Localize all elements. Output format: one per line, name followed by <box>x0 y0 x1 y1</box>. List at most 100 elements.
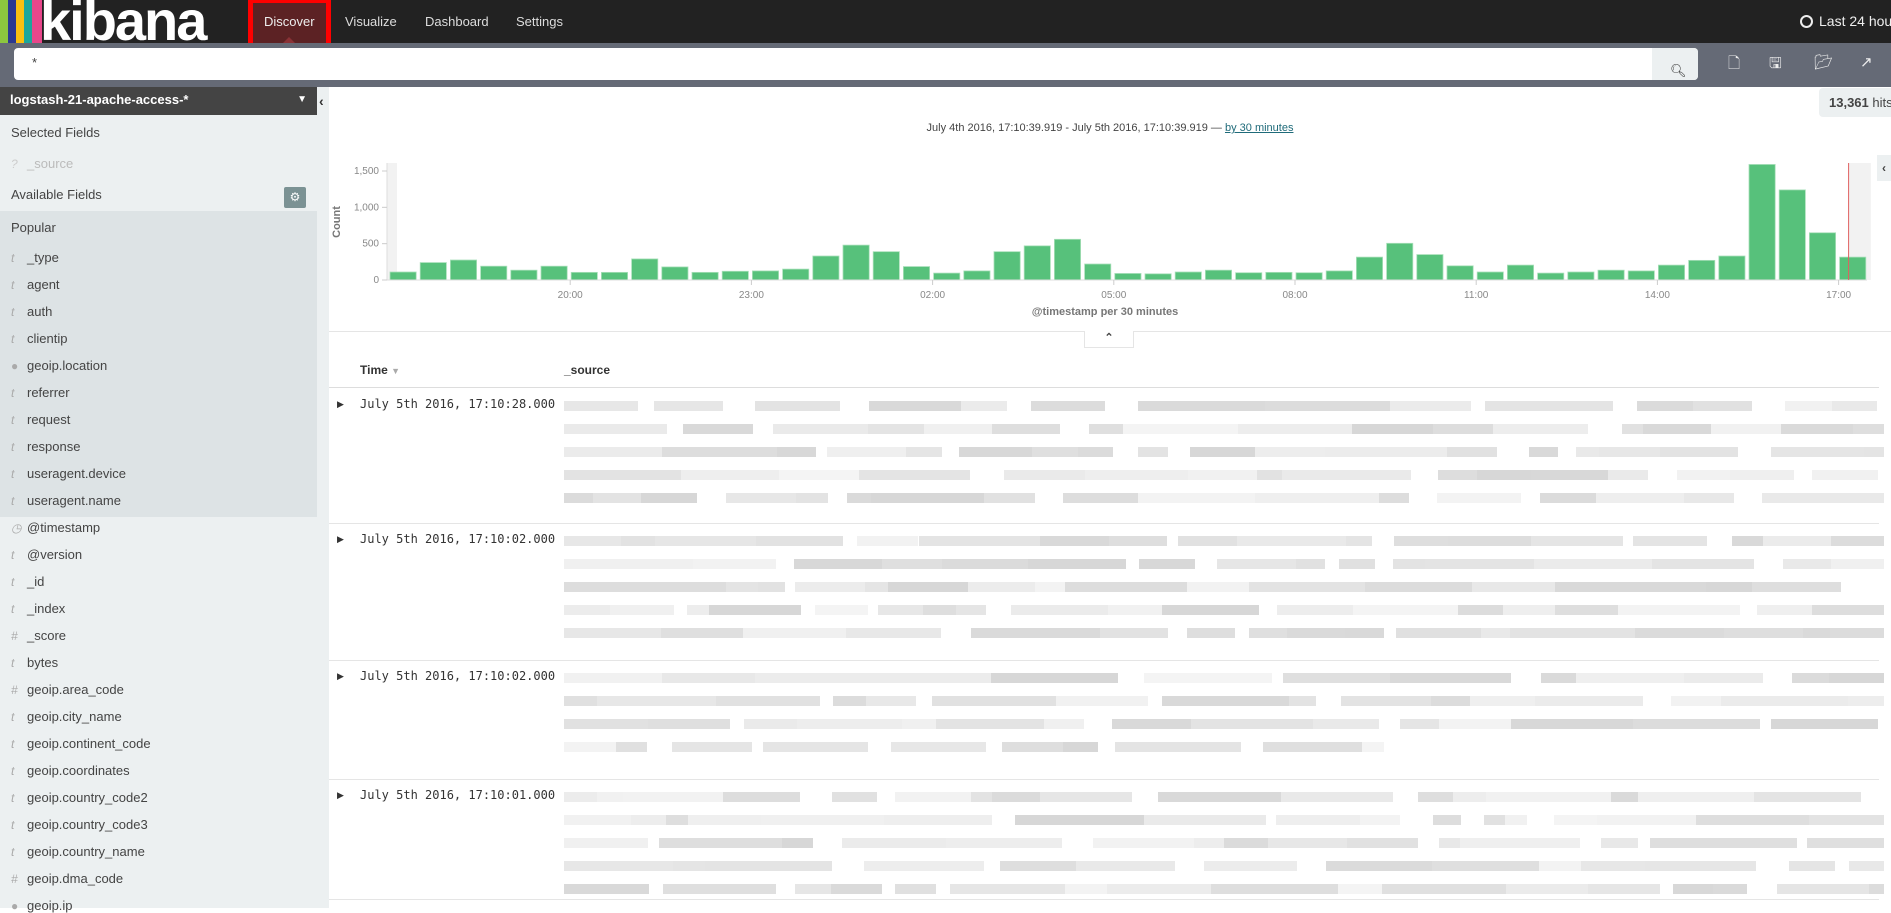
y-tick-label: 1,500 <box>354 166 379 177</box>
field-item[interactable]: t request <box>11 412 70 427</box>
collapse-sidebar-button[interactable]: ‹ <box>319 93 324 109</box>
time-range-summary: July 4th 2016, 17:10:39.919 - July 5th 2… <box>926 122 1294 134</box>
string-type-icon: t <box>11 737 15 751</box>
chevron-up-icon: ⌃ <box>1104 332 1114 344</box>
x-tick-label: 17:00 <box>1826 290 1851 301</box>
expand-row-icon[interactable]: ▶ <box>337 671 344 682</box>
new-search-icon[interactable]: 🗋 <box>1728 53 1740 78</box>
field-item[interactable]: t _index <box>11 601 65 616</box>
string-type-icon: t <box>11 332 15 346</box>
nav-visualize[interactable]: Visualize <box>331 0 411 43</box>
blurred-source-line <box>564 786 1884 809</box>
histogram-bar <box>510 269 538 281</box>
table-row[interactable]: ▶ July 5th 2016, 17:10:28.000 <box>329 389 1884 524</box>
field-item[interactable]: t auth <box>11 304 52 319</box>
interval-link[interactable]: by 30 minutes <box>1225 122 1293 134</box>
y-tick-label: 500 <box>362 239 379 250</box>
nav-settings[interactable]: Settings <box>502 0 577 43</box>
string-type-icon: t <box>11 656 15 670</box>
field-item[interactable]: # geoip.dma_code <box>11 871 123 886</box>
field-item[interactable]: t useragent.device <box>11 466 126 481</box>
search-input[interactable]: * 🔍︎ <box>14 48 1698 80</box>
blurred-source-line <box>564 878 1884 901</box>
expand-row-icon[interactable]: ▶ <box>337 790 344 801</box>
blurred-source-line <box>564 576 1884 599</box>
histogram-bar <box>1174 271 1202 281</box>
collapse-chart-button[interactable]: ⌃ <box>1084 331 1134 348</box>
histogram-bar <box>1295 272 1323 281</box>
table-row[interactable]: ▶ July 5th 2016, 17:10:02.000 <box>329 524 1884 661</box>
field-item[interactable]: t geoip.city_name <box>11 709 122 724</box>
field-item[interactable]: ◷ @timestamp <box>11 520 100 535</box>
histogram-bar <box>1356 256 1384 281</box>
field-item[interactable]: # _score <box>11 628 66 643</box>
histogram-bar <box>1205 269 1233 281</box>
expand-row-icon[interactable]: ▶ <box>337 399 344 410</box>
expand-row-icon[interactable]: ▶ <box>337 534 344 545</box>
blurred-source-line <box>564 832 1884 855</box>
field-item[interactable]: # geoip.area_code <box>11 682 124 697</box>
field-item[interactable]: t response <box>11 439 80 454</box>
histogram-bar <box>872 251 900 281</box>
query-text: * <box>32 55 38 70</box>
field-item[interactable]: t _id <box>11 574 44 589</box>
share-icon[interactable]: ↗ <box>1860 53 1873 71</box>
blurred-source-line <box>564 667 1884 690</box>
row-time: July 5th 2016, 17:10:01.000 <box>360 788 556 802</box>
field-source[interactable]: ? _source <box>11 156 73 171</box>
sort-icon[interactable]: ▼ <box>391 366 400 376</box>
field-item[interactable]: t geoip.coordinates <box>11 763 130 778</box>
string-type-icon: t <box>11 791 15 805</box>
histogram-bar <box>1507 264 1535 281</box>
save-icon[interactable]: 🖫 <box>1769 53 1782 78</box>
field-item[interactable]: t geoip.country_code3 <box>11 817 148 832</box>
histogram-bar <box>1416 254 1444 281</box>
blurred-source-line <box>564 553 1884 576</box>
histogram-bar <box>933 272 961 281</box>
field-item[interactable]: t bytes <box>11 655 58 670</box>
field-item[interactable]: ● geoip.location <box>11 358 107 373</box>
hit-count: 13,361 hits <box>1819 88 1891 117</box>
table-row[interactable]: ▶ July 5th 2016, 17:10:02.000 <box>329 661 1884 780</box>
histogram-bar <box>993 251 1021 281</box>
histogram-chart[interactable]: 0 500 1,000 1,500 20:00 23:00 02:00 05:00 08:00 1… <box>329 157 1891 317</box>
field-item[interactable]: t agent <box>11 277 60 292</box>
histogram-bar <box>389 271 417 281</box>
histogram-bar <box>1567 271 1595 281</box>
histogram-bar <box>1325 270 1353 281</box>
column-header-source: _source <box>564 363 611 377</box>
histogram-bar <box>1809 232 1837 281</box>
field-item[interactable]: t geoip.continent_code <box>11 736 151 751</box>
histogram-bar <box>1537 272 1565 281</box>
field-item[interactable]: t useragent.name <box>11 493 121 508</box>
field-item[interactable]: t geoip.country_code2 <box>11 790 148 805</box>
field-settings-button[interactable]: ⚙ <box>284 187 306 208</box>
field-item[interactable]: t clientip <box>11 331 67 346</box>
number-type-icon: # <box>11 683 18 697</box>
field-item[interactable]: t _type <box>11 250 59 265</box>
row-time: July 5th 2016, 17:10:02.000 <box>360 669 556 683</box>
open-icon[interactable]: 📂︎ <box>1814 53 1833 71</box>
index-pattern-select[interactable]: logstash-21-apache-access-* ▼ <box>0 87 317 115</box>
histogram-bar <box>1114 273 1142 281</box>
histogram-bar <box>1748 164 1776 281</box>
kibana-logo[interactable]: kibana <box>0 0 236 43</box>
field-item[interactable]: t geoip.country_name <box>11 844 145 859</box>
time-picker[interactable]: Last 24 hours <box>1800 13 1891 29</box>
clock-icon: ◷ <box>11 521 22 535</box>
field-item[interactable]: t referrer <box>11 385 70 400</box>
histogram-bar <box>691 271 719 281</box>
string-type-icon: t <box>11 575 15 589</box>
field-item[interactable]: ● geoip.ip <box>11 898 73 913</box>
nav-dashboard[interactable]: Dashboard <box>411 0 503 43</box>
row-source <box>564 786 1884 901</box>
string-type-icon: t <box>11 467 15 481</box>
field-item[interactable]: t @version <box>11 547 82 562</box>
search-button[interactable]: 🔍︎ <box>1652 48 1698 80</box>
column-header-time[interactable]: Time ▼ <box>360 363 400 377</box>
string-type-icon: t <box>11 494 15 508</box>
histogram-bar <box>419 262 447 281</box>
discover-main: 13,361 hits July 4th 2016, 17:10:39.919 … <box>329 87 1891 908</box>
table-row[interactable]: ▶ July 5th 2016, 17:10:01.000 <box>329 780 1884 900</box>
dropdown-caret-icon: ▼ <box>297 94 307 105</box>
